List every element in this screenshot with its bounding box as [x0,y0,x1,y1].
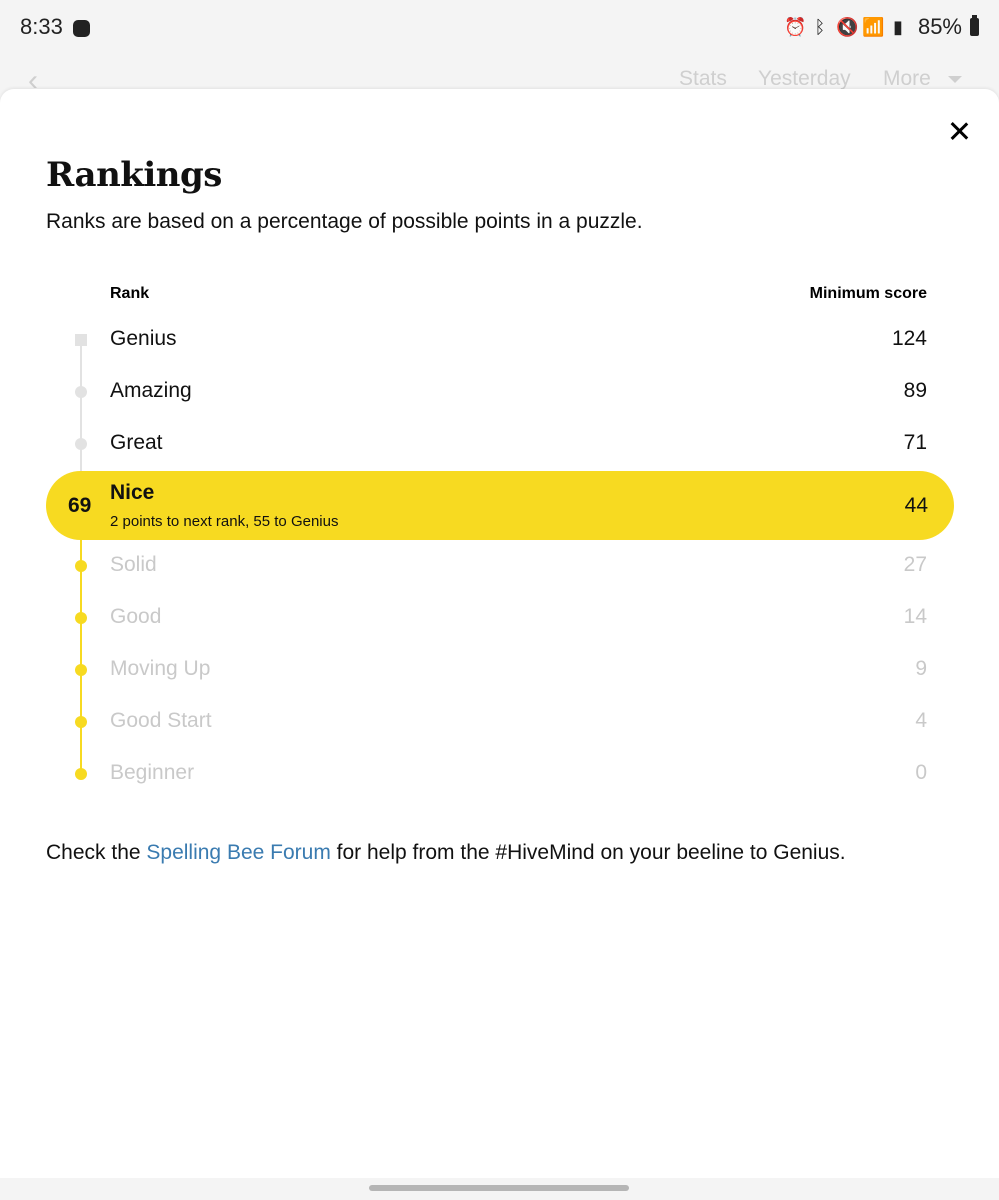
battery-icon [970,15,979,36]
rank-row-beginner: Beginner 0 [110,761,927,791]
rank-min-score: 9 [915,657,927,680]
timeline-line-upcoming [80,344,82,489]
rank-name: Beginner [110,761,195,784]
bluetooth-icon: ᛒ [814,16,826,37]
close-icon[interactable] [943,115,975,147]
rank-name: Genius [110,327,177,350]
rank-min-score: 4 [915,709,927,732]
rank-row-solid: Solid 27 [110,553,927,583]
rank-name: Great [110,431,163,454]
rank-min-score: 27 [903,553,927,576]
rank-marker-genius [75,334,87,346]
alarm-icon: ⏰ [783,16,807,37]
mute-icon: 🔇 [835,16,859,37]
current-score: 69 [68,494,92,517]
rank-row-good: Good 14 [110,605,927,635]
rank-min-score: 71 [903,431,927,454]
current-rank-name: Nice [110,481,155,504]
battery-percent: 85% [917,14,962,39]
rank-name: Moving Up [110,657,211,680]
rank-name: Amazing [110,379,192,402]
home-indicator[interactable] [369,1185,629,1191]
nav-more[interactable]: More [883,67,931,91]
status-icons: ⏰ ᛒ 🔇 📶 ▮ 85% [784,14,979,40]
rank-name: Solid [110,553,157,576]
signal-icon: ▮ [893,16,903,37]
rank-min-score: 14 [903,605,927,628]
status-time: 8:33 [20,14,63,39]
modal-subtitle: Ranks are based on a percentage of possi… [46,210,643,233]
system-nav-bar [0,1178,999,1200]
rank-row-good-start: Good Start 4 [110,709,927,739]
nav-yesterday[interactable]: Yesterday [758,67,851,91]
footer-text-after: for help from the #HiveMind on your beel… [330,841,846,864]
notification-icon [73,20,90,37]
rank-row-moving-up: Moving Up 9 [110,657,927,687]
rank-min-score: 124 [891,327,927,350]
rank-name: Good [110,605,162,628]
rank-marker [75,612,87,624]
spelling-bee-forum-link[interactable]: Spelling Bee Forum [146,841,330,864]
current-rank-highlight: 69 Nice 2 points to next rank, 55 to Gen… [46,471,954,540]
current-rank-min-score: 44 [904,494,928,517]
rank-marker [75,664,87,676]
rank-min-score: 0 [915,761,927,784]
rank-marker [75,438,87,450]
rank-marker [75,386,87,398]
rank-marker [75,768,87,780]
current-rank-progress: 2 points to next rank, 55 to Genius [110,513,339,530]
forum-footer: Check the Spelling Bee Forum for help fr… [46,841,846,865]
rank-min-score: 89 [903,379,927,402]
chevron-down-icon[interactable] [948,76,962,83]
timeline-line-passed [80,539,82,779]
rank-marker [75,560,87,572]
rank-row-genius: Genius 124 [110,327,927,357]
wifi-icon: 📶 [861,16,885,37]
footer-text-before: Check the [46,841,147,864]
rank-marker [75,716,87,728]
nav-stats[interactable]: Stats [679,67,727,91]
modal-title: Rankings [46,155,222,195]
status-bar: 8:33 ⏰ ᛒ 🔇 📶 ▮ 85% [0,0,999,46]
column-header-minimum-score: Minimum score [809,285,927,302]
rankings-modal: Rankings Ranks are based on a percentage… [0,89,999,1178]
rank-name: Good Start [110,709,212,732]
rank-row-amazing: Amazing 89 [110,379,927,409]
rank-row-great: Great 71 [110,431,927,461]
column-header-rank: Rank [110,285,150,302]
